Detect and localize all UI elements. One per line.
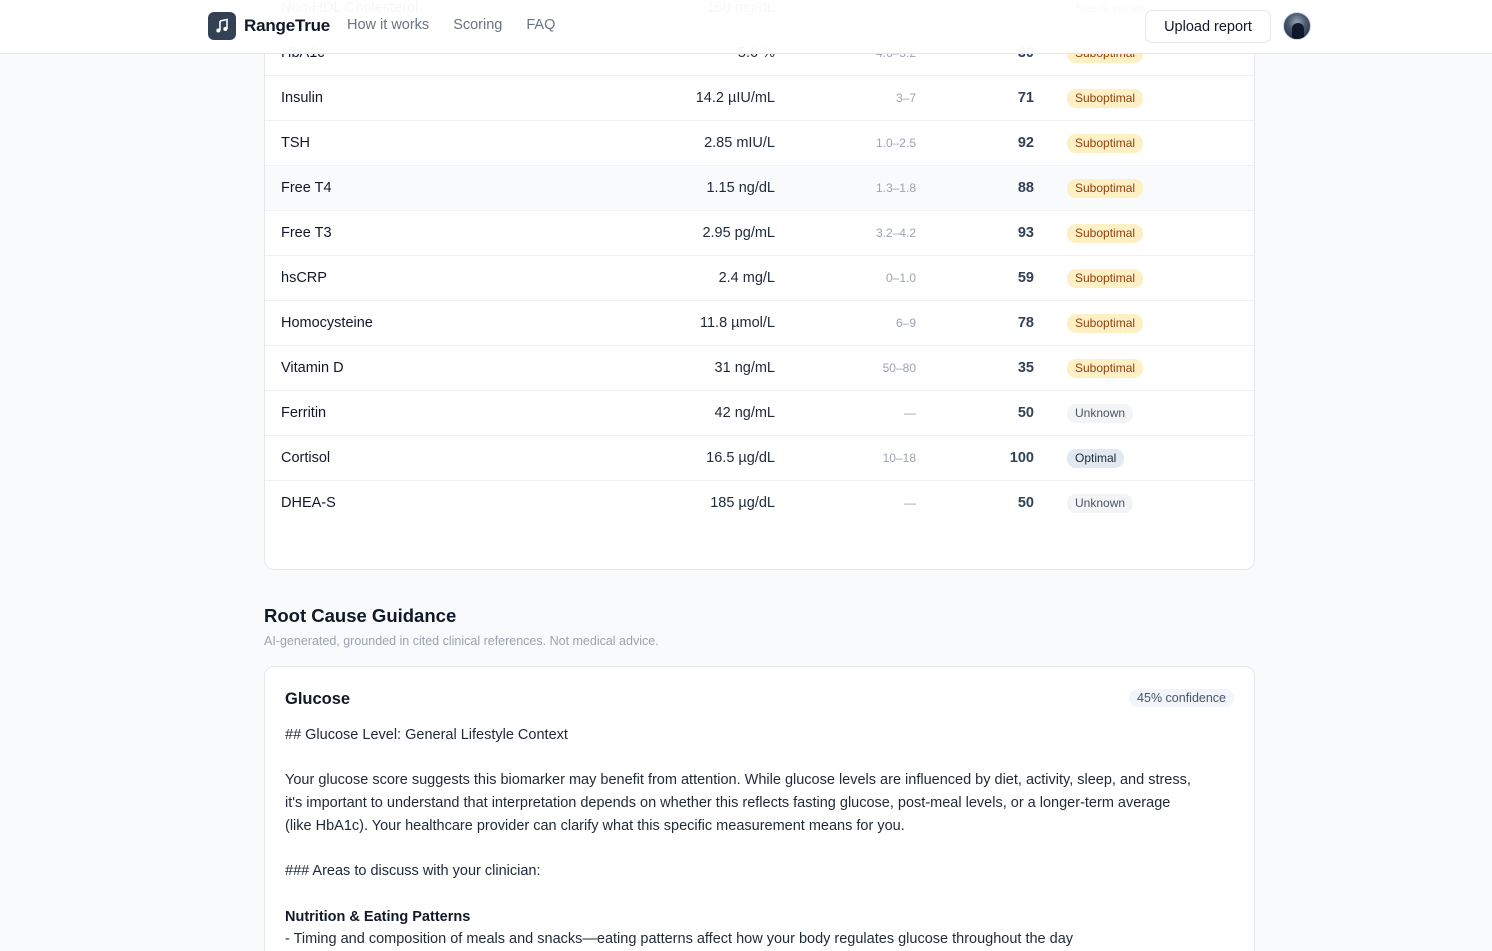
biomarker-name: Free T3 [281,225,332,241]
biomarker-range: 6–9 [895,316,916,330]
biomarker-range: 1.3–1.8 [875,181,916,195]
status-cell: Suboptimal [1067,301,1144,345]
guidance-card-title: Glucose [285,690,351,708]
section-title: Root Cause Guidance [264,605,457,626]
avatar[interactable] [1283,12,1311,40]
biomarker-score: 50 [1017,405,1034,421]
biomarker-value: 2.85 mIU/L [704,135,775,151]
status-badge: Unknown [1067,403,1134,423]
biomarker-value: 16.5 µg/dL [706,450,775,466]
guidance-heading: ## Glucose Level: General Lifestyle Cont… [285,727,568,743]
status-cell: Unknown [1067,391,1134,435]
status-cell: Suboptimal [1067,121,1144,165]
section-subtitle: AI-generated, grounded in cited clinical… [264,634,659,648]
biomarker-value: 11.8 µmol/L [700,315,775,331]
guidance-bullet: - Timing and composition of meals and sn… [285,931,1074,948]
biomarker-name: Ferritin [281,405,327,421]
biomarker-range: — [904,406,916,420]
status-badge: Suboptimal [1067,88,1144,108]
status-cell: Optimal [1067,436,1125,480]
status-badge: Suboptimal [1067,268,1144,288]
nav-faq[interactable]: FAQ [526,17,555,33]
guidance-card: Glucose 45% confidence ## Glucose Level:… [264,666,1255,951]
table-row[interactable]: Homocysteine 11.8 µmol/L 6–9 78 Suboptimal [265,301,1254,346]
music-note-icon [208,12,236,40]
biomarker-name: Free T4 [281,180,332,196]
biomarker-value: 42 ng/mL [714,405,775,421]
biomarker-name: Cortisol [281,450,331,466]
status-cell: Suboptimal [1067,256,1144,300]
biomarker-range: 0–1.0 [885,271,916,285]
status-badge: Suboptimal [1067,133,1144,153]
biomarker-range: — [904,496,916,510]
guidance-subheading: ### Areas to discuss with your clinician… [285,863,541,880]
status-cell: Suboptimal [1067,211,1144,255]
biomarker-score: 59 [1017,270,1034,286]
status-cell: Suboptimal [1067,166,1144,210]
status-badge: Optimal [1067,448,1125,468]
status-badge: Suboptimal [1067,358,1144,378]
guidance-paragraph-line: it's important to understand that interp… [285,795,1171,812]
status-badge: Suboptimal [1067,313,1144,333]
table-row[interactable]: Free T4 1.15 ng/dL 1.3–1.8 88 Suboptimal [265,166,1254,211]
confidence-badge: 45% confidence [1129,689,1234,707]
biomarker-score: 35 [1017,360,1034,376]
biomarker-value: 14.2 µIU/mL [695,90,775,106]
main-nav: How it works Scoring FAQ [347,17,555,33]
upload-report-button[interactable]: Upload report [1145,10,1271,43]
biomarker-name: Homocysteine [281,315,373,331]
biomarker-range: 1.0–2.5 [875,136,916,150]
guidance-paragraph-line: (like HbA1c). Your healthcare provider c… [285,817,905,834]
biomarker-range: 10–18 [882,451,916,465]
biomarker-score: 88 [1017,180,1034,196]
biomarker-score: 93 [1017,225,1034,241]
biomarker-score: 71 [1017,90,1034,106]
biomarker-value: 31 ng/mL [714,360,775,376]
guidance-bold-item: Nutrition & Eating Patterns [285,908,471,925]
table-row[interactable]: Ferritin 42 ng/mL — 50 Unknown [265,391,1254,436]
biomarker-name: DHEA-S [281,495,336,511]
status-cell: Unknown [1067,481,1134,525]
guidance-paragraph-line: Your glucose score suggests this biomark… [285,772,1191,789]
status-badge: Suboptimal [1067,223,1144,243]
biomarker-range: 50–80 [882,361,916,375]
biomarker-name: TSH [281,135,310,151]
brand-name: RangeTrue [244,16,331,35]
status-badge: Suboptimal [1067,178,1144,198]
biomarker-name: Insulin [281,90,323,106]
table-row[interactable]: Cortisol 16.5 µg/dL 10–18 100 Optimal [265,436,1254,481]
biomarker-score: 50 [1017,495,1034,511]
biomarker-name: hsCRP [281,270,327,286]
nav-how-it-works[interactable]: How it works [347,17,429,33]
biomarker-value: 2.95 pg/mL [702,225,775,241]
biomarker-value: 1.15 ng/dL [706,180,775,196]
top-navbar: RangeTrue How it works Scoring FAQ Uploa… [0,0,1492,54]
status-cell: Suboptimal [1067,346,1144,390]
biomarker-table: Non-HDL Cholesterol160 mg/dLNeeds review… [264,0,1255,570]
biomarker-range: 3–7 [895,91,916,105]
biomarker-name: Vitamin D [281,360,344,376]
table-row[interactable]: TSH 2.85 mIU/L 1.0–2.5 92 Suboptimal [265,121,1254,166]
biomarker-value: 185 µg/dL [710,495,775,511]
biomarker-range: 3.2–4.2 [875,226,916,240]
biomarker-value: 2.4 mg/L [718,270,775,286]
table-row[interactable]: Insulin 14.2 µIU/mL 3–7 71 Suboptimal [265,76,1254,121]
status-badge: Unknown [1067,493,1134,513]
guidance-body: ## Glucose Level: General Lifestyle Cont… [285,724,1235,951]
biomarker-score: 100 [1009,450,1034,466]
table-row[interactable]: Vitamin D 31 ng/mL 50–80 35 Suboptimal [265,346,1254,391]
table-row[interactable]: hsCRP 2.4 mg/L 0–1.0 59 Suboptimal [265,256,1254,301]
brand[interactable]: RangeTrue [208,12,330,40]
biomarker-score: 78 [1017,315,1034,331]
table-row[interactable]: Free T3 2.95 pg/mL 3.2–4.2 93 Suboptimal [265,211,1254,256]
table-row[interactable]: DHEA-S 185 µg/dL — 50 Unknown [265,481,1254,526]
status-cell: Suboptimal [1067,76,1144,120]
biomarker-score: 92 [1017,135,1034,151]
nav-scoring[interactable]: Scoring [453,17,502,33]
